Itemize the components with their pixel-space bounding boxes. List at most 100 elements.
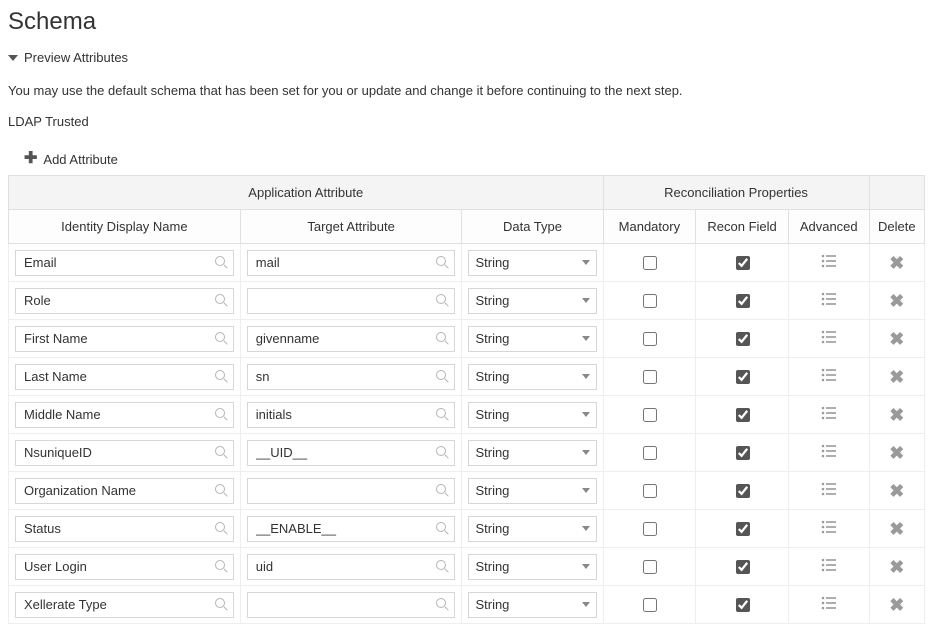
recon-field-checkbox[interactable]: [736, 408, 750, 422]
advanced-settings-icon[interactable]: [821, 596, 837, 610]
target-attribute-text[interactable]: [254, 254, 431, 271]
advanced-settings-icon[interactable]: [821, 330, 837, 344]
target-attribute-input[interactable]: [247, 364, 456, 390]
target-attribute-input[interactable]: [247, 592, 456, 618]
search-icon[interactable]: [215, 598, 229, 612]
target-attribute-input[interactable]: [247, 440, 456, 466]
delete-row-icon[interactable]: ✖: [889, 253, 904, 273]
identity-display-name-input[interactable]: [15, 440, 234, 466]
delete-row-icon[interactable]: ✖: [889, 519, 904, 539]
search-icon[interactable]: [436, 294, 450, 308]
search-icon[interactable]: [436, 370, 450, 384]
advanced-settings-icon[interactable]: [821, 520, 837, 534]
identity-display-name-text[interactable]: [22, 558, 209, 575]
identity-display-name-input[interactable]: [15, 592, 234, 618]
data-type-select[interactable]: String: [468, 402, 596, 428]
search-icon[interactable]: [215, 332, 229, 346]
advanced-settings-icon[interactable]: [821, 482, 837, 496]
advanced-settings-icon[interactable]: [821, 292, 837, 306]
identity-display-name-input[interactable]: [15, 478, 234, 504]
mandatory-checkbox[interactable]: [643, 484, 657, 498]
search-icon[interactable]: [215, 256, 229, 270]
search-icon[interactable]: [215, 294, 229, 308]
target-attribute-input[interactable]: [247, 478, 456, 504]
identity-display-name-input[interactable]: [15, 250, 234, 276]
advanced-settings-icon[interactable]: [821, 558, 837, 572]
target-attribute-text[interactable]: [254, 444, 431, 461]
delete-row-icon[interactable]: ✖: [889, 481, 904, 501]
advanced-settings-icon[interactable]: [821, 406, 837, 420]
target-attribute-input[interactable]: [247, 326, 456, 352]
data-type-select[interactable]: String: [468, 288, 596, 314]
search-icon[interactable]: [436, 560, 450, 574]
recon-field-checkbox[interactable]: [736, 484, 750, 498]
mandatory-checkbox[interactable]: [643, 294, 657, 308]
search-icon[interactable]: [215, 370, 229, 384]
search-icon[interactable]: [215, 522, 229, 536]
delete-row-icon[interactable]: ✖: [889, 405, 904, 425]
identity-display-name-text[interactable]: [22, 520, 209, 537]
delete-row-icon[interactable]: ✖: [889, 291, 904, 311]
mandatory-checkbox[interactable]: [643, 408, 657, 422]
identity-display-name-input[interactable]: [15, 364, 234, 390]
mandatory-checkbox[interactable]: [643, 598, 657, 612]
identity-display-name-input[interactable]: [15, 516, 234, 542]
identity-display-name-input[interactable]: [15, 326, 234, 352]
identity-display-name-text[interactable]: [22, 368, 209, 385]
delete-row-icon[interactable]: ✖: [889, 443, 904, 463]
search-icon[interactable]: [436, 256, 450, 270]
preview-attributes-toggle[interactable]: Preview Attributes: [8, 50, 925, 65]
advanced-settings-icon[interactable]: [821, 444, 837, 458]
target-attribute-input[interactable]: [247, 402, 456, 428]
data-type-select[interactable]: String: [468, 516, 596, 542]
data-type-select[interactable]: String: [468, 250, 596, 276]
search-icon[interactable]: [436, 484, 450, 498]
mandatory-checkbox[interactable]: [643, 522, 657, 536]
identity-display-name-text[interactable]: [22, 596, 209, 613]
recon-field-checkbox[interactable]: [736, 598, 750, 612]
recon-field-checkbox[interactable]: [736, 446, 750, 460]
identity-display-name-text[interactable]: [22, 330, 209, 347]
search-icon[interactable]: [436, 408, 450, 422]
target-attribute-input[interactable]: [247, 288, 456, 314]
identity-display-name-input[interactable]: [15, 288, 234, 314]
data-type-select[interactable]: String: [468, 478, 596, 504]
data-type-select[interactable]: String: [468, 440, 596, 466]
mandatory-checkbox[interactable]: [643, 446, 657, 460]
recon-field-checkbox[interactable]: [736, 522, 750, 536]
identity-display-name-text[interactable]: [22, 444, 209, 461]
target-attribute-input[interactable]: [247, 554, 456, 580]
delete-row-icon[interactable]: ✖: [889, 595, 904, 615]
search-icon[interactable]: [436, 332, 450, 346]
add-attribute-button[interactable]: ✚ Add Attribute: [24, 151, 118, 167]
target-attribute-text[interactable]: [254, 292, 431, 309]
identity-display-name-input[interactable]: [15, 554, 234, 580]
mandatory-checkbox[interactable]: [643, 370, 657, 384]
recon-field-checkbox[interactable]: [736, 256, 750, 270]
advanced-settings-icon[interactable]: [821, 368, 837, 382]
identity-display-name-input[interactable]: [15, 402, 234, 428]
data-type-select[interactable]: String: [468, 364, 596, 390]
target-attribute-text[interactable]: [254, 330, 431, 347]
data-type-select[interactable]: String: [468, 554, 596, 580]
identity-display-name-text[interactable]: [22, 254, 209, 271]
target-attribute-text[interactable]: [254, 406, 431, 423]
target-attribute-text[interactable]: [254, 482, 431, 499]
recon-field-checkbox[interactable]: [736, 294, 750, 308]
identity-display-name-text[interactable]: [22, 292, 209, 309]
target-attribute-text[interactable]: [254, 368, 431, 385]
delete-row-icon[interactable]: ✖: [889, 367, 904, 387]
mandatory-checkbox[interactable]: [643, 332, 657, 346]
data-type-select[interactable]: String: [468, 592, 596, 618]
search-icon[interactable]: [215, 484, 229, 498]
search-icon[interactable]: [215, 446, 229, 460]
search-icon[interactable]: [215, 560, 229, 574]
mandatory-checkbox[interactable]: [643, 256, 657, 270]
target-attribute-input[interactable]: [247, 516, 456, 542]
recon-field-checkbox[interactable]: [736, 370, 750, 384]
recon-field-checkbox[interactable]: [736, 560, 750, 574]
search-icon[interactable]: [215, 408, 229, 422]
target-attribute-text[interactable]: [254, 558, 431, 575]
mandatory-checkbox[interactable]: [643, 560, 657, 574]
target-attribute-input[interactable]: [247, 250, 456, 276]
